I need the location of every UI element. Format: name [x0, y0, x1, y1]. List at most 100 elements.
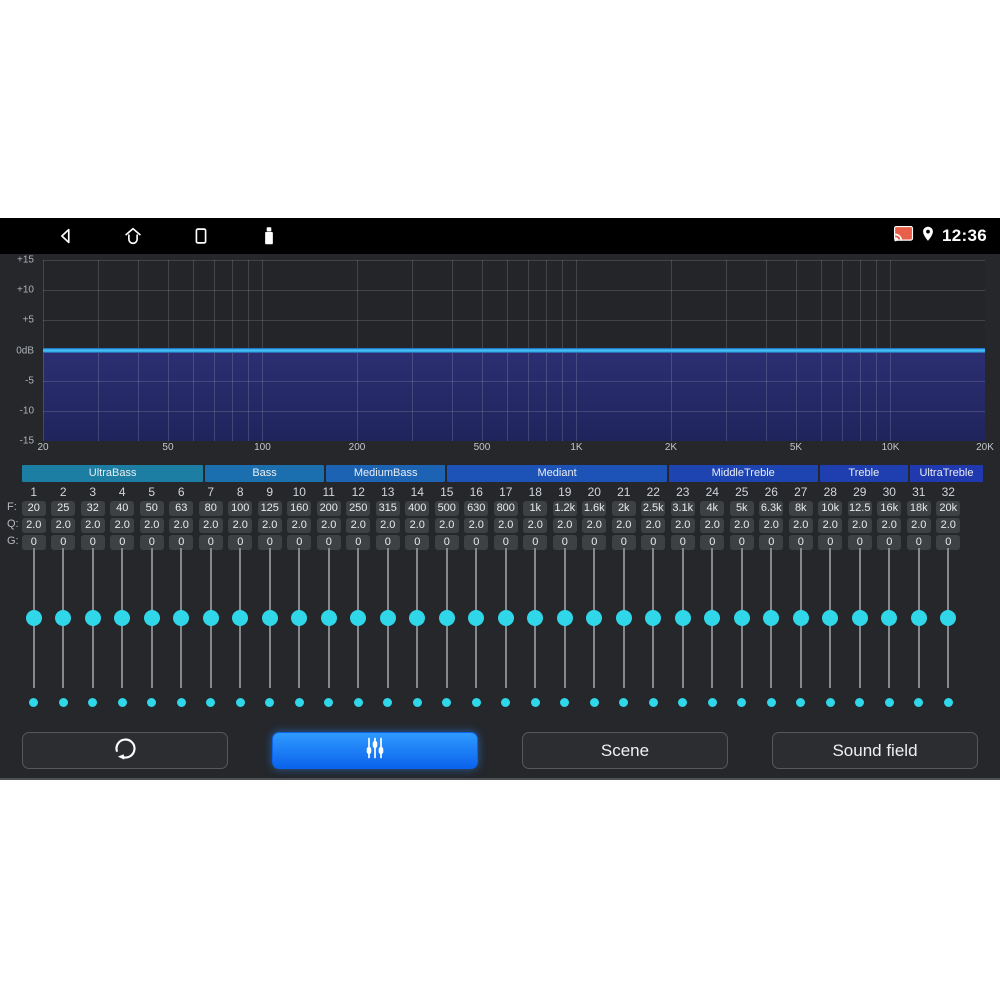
band-frequency-value[interactable]: 125 [257, 501, 282, 516]
home-button[interactable] [122, 225, 144, 247]
slider-knob[interactable] [910, 610, 927, 626]
band-slider[interactable] [757, 548, 787, 708]
band-frequency-value[interactable]: 63 [169, 501, 194, 516]
band-frequency-value[interactable]: 400 [405, 501, 430, 516]
slider-knob[interactable] [527, 610, 544, 626]
band-q-value[interactable]: 2.0 [287, 518, 312, 533]
band-q-value[interactable]: 2.0 [788, 518, 813, 533]
band-q-value[interactable]: 2.0 [877, 518, 902, 533]
slider-knob[interactable] [615, 610, 632, 626]
band-slider[interactable] [403, 548, 433, 708]
slider-knob[interactable] [674, 610, 691, 626]
band-slider[interactable] [285, 548, 315, 708]
band-q-value[interactable]: 2.0 [139, 518, 164, 533]
slider-knob[interactable] [881, 610, 898, 626]
band-q-value[interactable]: 2.0 [700, 518, 725, 533]
recents-button[interactable] [190, 225, 212, 247]
band-q-value[interactable]: 2.0 [228, 518, 253, 533]
slider-knob[interactable] [763, 610, 780, 626]
slider-knob[interactable] [497, 610, 514, 626]
band-slider[interactable] [875, 548, 905, 708]
band-frequency-value[interactable]: 4k [700, 501, 725, 516]
band-frequency-value[interactable]: 100 [228, 501, 253, 516]
slider-knob[interactable] [261, 610, 278, 626]
band-frequency-value[interactable]: 160 [287, 501, 312, 516]
band-slider[interactable] [314, 548, 344, 708]
slider-knob[interactable] [55, 610, 72, 626]
band-q-value[interactable]: 2.0 [169, 518, 194, 533]
slider-knob[interactable] [84, 610, 101, 626]
band-slider[interactable] [344, 548, 374, 708]
band-slider[interactable] [609, 548, 639, 708]
band-q-value[interactable]: 2.0 [818, 518, 843, 533]
band-slider[interactable] [226, 548, 256, 708]
slider-knob[interactable] [379, 610, 396, 626]
band-slider[interactable] [934, 548, 964, 708]
slider-knob[interactable] [350, 610, 367, 626]
band-q-value[interactable]: 2.0 [670, 518, 695, 533]
band-frequency-value[interactable]: 40 [110, 501, 135, 516]
band-q-value[interactable]: 2.0 [906, 518, 931, 533]
slider-knob[interactable] [114, 610, 131, 626]
band-frequency-value[interactable]: 50 [139, 501, 164, 516]
band-q-value[interactable]: 2.0 [110, 518, 135, 533]
band-q-value[interactable]: 2.0 [552, 518, 577, 533]
band-frequency-value[interactable]: 18k [906, 501, 931, 516]
band-q-value[interactable]: 2.0 [51, 518, 76, 533]
band-slider[interactable] [49, 548, 79, 708]
band-q-value[interactable]: 2.0 [375, 518, 400, 533]
slider-knob[interactable] [792, 610, 809, 626]
slider-knob[interactable] [202, 610, 219, 626]
band-q-value[interactable]: 2.0 [405, 518, 430, 533]
band-slider[interactable] [491, 548, 521, 708]
band-q-value[interactable]: 2.0 [493, 518, 518, 533]
slider-knob[interactable] [733, 610, 750, 626]
band-frequency-value[interactable]: 1k [523, 501, 548, 516]
band-slider[interactable] [196, 548, 226, 708]
band-frequency-value[interactable]: 800 [493, 501, 518, 516]
band-slider[interactable] [462, 548, 492, 708]
band-q-value[interactable]: 2.0 [847, 518, 872, 533]
band-frequency-value[interactable]: 8k [788, 501, 813, 516]
band-q-value[interactable]: 2.0 [316, 518, 341, 533]
slider-knob[interactable] [468, 610, 485, 626]
band-frequency-value[interactable]: 315 [375, 501, 400, 516]
band-frequency-value[interactable]: 12.5 [847, 501, 872, 516]
band-slider[interactable] [845, 548, 875, 708]
reset-button[interactable] [22, 732, 228, 769]
band-q-value[interactable]: 2.0 [759, 518, 784, 533]
band-frequency-value[interactable]: 1.6k [582, 501, 607, 516]
band-slider[interactable] [373, 548, 403, 708]
band-slider[interactable] [668, 548, 698, 708]
slider-knob[interactable] [232, 610, 249, 626]
band-q-value[interactable]: 2.0 [198, 518, 223, 533]
slider-knob[interactable] [291, 610, 308, 626]
slider-knob[interactable] [851, 610, 868, 626]
slider-knob[interactable] [320, 610, 337, 626]
band-slider[interactable] [78, 548, 108, 708]
band-slider[interactable] [786, 548, 816, 708]
band-slider[interactable] [167, 548, 197, 708]
band-slider[interactable] [727, 548, 757, 708]
sound-field-button[interactable]: Sound field [772, 732, 978, 769]
band-slider[interactable] [255, 548, 285, 708]
band-frequency-value[interactable]: 2.5k [641, 501, 666, 516]
band-frequency-value[interactable]: 80 [198, 501, 223, 516]
band-frequency-value[interactable]: 2k [611, 501, 636, 516]
band-frequency-value[interactable]: 20 [21, 501, 46, 516]
band-frequency-value[interactable]: 32 [80, 501, 105, 516]
band-slider[interactable] [698, 548, 728, 708]
band-frequency-value[interactable]: 3.1k [670, 501, 695, 516]
equalizer-button[interactable] [272, 732, 478, 769]
band-q-value[interactable]: 2.0 [641, 518, 666, 533]
band-frequency-value[interactable]: 200 [316, 501, 341, 516]
band-q-value[interactable]: 2.0 [936, 518, 961, 533]
slider-knob[interactable] [556, 610, 573, 626]
band-slider[interactable] [19, 548, 49, 708]
band-slider[interactable] [550, 548, 580, 708]
slider-knob[interactable] [438, 610, 455, 626]
slider-knob[interactable] [822, 610, 839, 626]
band-slider[interactable] [521, 548, 551, 708]
band-slider[interactable] [816, 548, 846, 708]
band-q-value[interactable]: 2.0 [346, 518, 371, 533]
